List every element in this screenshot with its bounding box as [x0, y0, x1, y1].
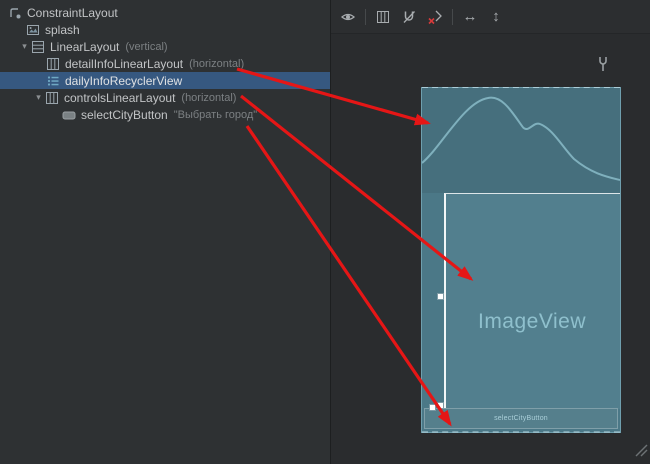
tree-item-controlslinearlayout[interactable]: ▾ controlsLinearLayout (horizontal)	[0, 89, 330, 106]
device-preview[interactable]: ImageView selectCityButton	[421, 87, 621, 433]
tree-item-label: ConstraintLayout	[27, 6, 118, 20]
vertical-arrows-icon[interactable]: ↕	[487, 8, 505, 26]
clear-constraints-icon[interactable]	[426, 8, 444, 26]
detailinfo-preview[interactable]	[422, 88, 620, 193]
selection-handle[interactable]	[429, 404, 436, 411]
tree-item-label: dailyInfoRecyclerView	[65, 74, 182, 88]
tree-item-annotation: (vertical)	[125, 41, 167, 53]
chevron-down-icon[interactable]: ▾	[32, 92, 45, 103]
tree-item-value: "Выбрать город"	[174, 109, 257, 121]
tree-item-splash[interactable]: splash	[0, 21, 330, 38]
tree-item-selectcitybutton[interactable]: selectCityButton "Выбрать город"	[0, 106, 330, 123]
resize-grip-icon[interactable]	[635, 444, 648, 462]
linearlayout-horizontal-icon	[45, 91, 59, 105]
toolbar-separator	[365, 9, 366, 25]
imageview-placeholder-label: ImageView	[444, 310, 620, 334]
tree-item-label: LinearLayout	[50, 40, 119, 54]
tree-item-label: detailInfoLinearLayout	[65, 57, 183, 71]
tree-item-linearlayout[interactable]: ▾ LinearLayout (vertical)	[0, 38, 330, 55]
component-tree: ConstraintLayout splash ▾ LinearLayout (…	[0, 0, 330, 123]
selection-dashed-border	[422, 431, 620, 433]
recyclerview-preview[interactable]	[444, 193, 620, 409]
design-surface-panel: ↔ ↕ ImageView selectCityButton	[331, 0, 650, 464]
selection-handle[interactable]	[437, 293, 444, 300]
wrench-icon[interactable]	[597, 56, 609, 77]
linearlayout-vertical-icon	[31, 40, 45, 54]
selection-handle[interactable]	[437, 402, 444, 409]
tree-item-label: selectCityButton	[81, 108, 168, 122]
button-icon	[62, 108, 76, 122]
tree-item-dailyinforecyclerview[interactable]: dailyInfoRecyclerView	[0, 72, 330, 89]
tree-item-annotation: (horizontal)	[181, 92, 236, 104]
tree-item-label: controlsLinearLayout	[64, 91, 175, 105]
design-toolbar: ↔ ↕	[331, 0, 650, 34]
magnet-off-icon[interactable]	[400, 8, 418, 26]
selectcitybutton-preview[interactable]: selectCityButton	[424, 408, 618, 429]
eye-icon[interactable]	[339, 8, 357, 26]
constraintlayout-icon	[8, 6, 22, 20]
columns-icon[interactable]	[374, 8, 392, 26]
tree-item-label: splash	[45, 23, 80, 37]
tree-item-constraintlayout[interactable]: ConstraintLayout	[0, 4, 330, 21]
tree-item-detailinfolinearlayout[interactable]: detailInfoLinearLayout (horizontal)	[0, 55, 330, 72]
component-tree-panel: ConstraintLayout splash ▾ LinearLayout (…	[0, 0, 330, 464]
chart-curve	[422, 88, 620, 193]
tree-item-annotation: (horizontal)	[189, 58, 244, 70]
design-canvas[interactable]: ImageView selectCityButton	[331, 34, 650, 464]
imageview-icon	[26, 23, 40, 37]
recyclerview-icon	[46, 74, 60, 88]
horizontal-arrows-icon[interactable]: ↔	[461, 8, 479, 26]
chevron-down-icon[interactable]: ▾	[18, 41, 31, 52]
linearlayout-horizontal-icon	[46, 57, 60, 71]
toolbar-separator	[452, 9, 453, 25]
